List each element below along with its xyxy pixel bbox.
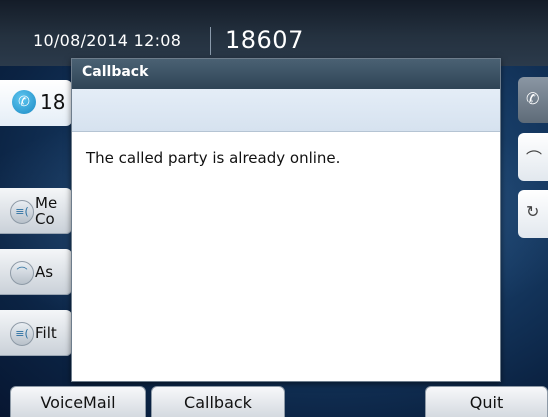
dialog-header-band bbox=[72, 89, 500, 132]
dialog-message: The called party is already online. bbox=[86, 149, 341, 167]
side-button-label: As bbox=[35, 263, 54, 281]
side-button-filter[interactable]: ≡( Filt bbox=[0, 310, 72, 356]
handset-icon: ⌒ bbox=[10, 261, 34, 285]
message-icon: ≡( bbox=[10, 200, 34, 224]
session-button-redial[interactable]: ↻ bbox=[518, 190, 548, 238]
redial-icon: ↻ bbox=[526, 202, 540, 221]
phone-screen: 10/08/2014 12:08 18607 ✆ 18 ≡( Me Co ⌒ A… bbox=[0, 0, 548, 417]
side-button-label-2: Co bbox=[35, 210, 55, 228]
line-button[interactable]: ✆ 18 bbox=[0, 80, 72, 126]
date-time: 10/08/2014 12:08 bbox=[33, 31, 182, 50]
side-button-label: Filt bbox=[35, 324, 57, 342]
dialog-title-bar: Callback bbox=[72, 59, 500, 89]
extension-number: 18607 bbox=[225, 26, 304, 54]
filter-icon: ≡( bbox=[10, 322, 34, 346]
voicemail-softkey[interactable]: VoiceMail bbox=[10, 386, 146, 417]
hangup-icon: ⌒ bbox=[526, 149, 543, 168]
header-divider bbox=[210, 27, 211, 55]
callback-softkey[interactable]: Callback bbox=[151, 386, 285, 417]
phone-icon: ✆ bbox=[12, 90, 36, 114]
phone-icon: ✆ bbox=[526, 89, 540, 108]
side-button-label-1: Me bbox=[35, 194, 58, 212]
session-button-hangup[interactable]: ⌒ bbox=[518, 133, 548, 181]
session-button-call[interactable]: ✆ bbox=[518, 77, 548, 123]
quit-softkey[interactable]: Quit bbox=[425, 386, 548, 417]
status-bar: 10/08/2014 12:08 18607 bbox=[0, 0, 548, 66]
side-button-messages[interactable]: ≡( Me Co bbox=[0, 188, 72, 234]
callback-dialog: Callback The called party is already onl… bbox=[71, 58, 501, 382]
line-label: 18 bbox=[40, 90, 66, 114]
side-button-assist[interactable]: ⌒ As bbox=[0, 249, 72, 295]
dialog-title: Callback bbox=[82, 64, 149, 80]
